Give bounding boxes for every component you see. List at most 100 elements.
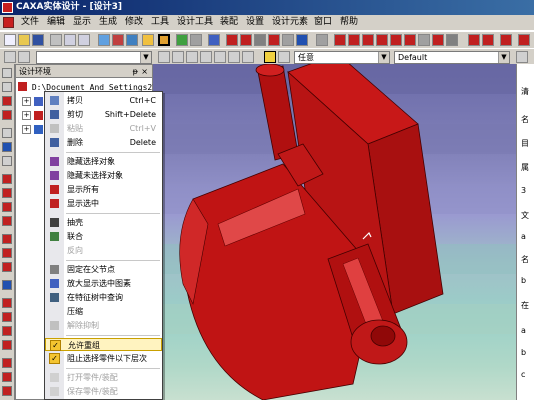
tool-17-icon[interactable]: [2, 312, 12, 322]
red-part7-icon[interactable]: [432, 34, 444, 46]
menu-item-suppress[interactable]: 压缩: [45, 305, 162, 318]
tool-19-icon[interactable]: [2, 340, 12, 350]
snap-icon[interactable]: [18, 51, 30, 63]
view-icon[interactable]: [296, 34, 308, 46]
tree-node-icon[interactable]: [34, 111, 43, 120]
filter-combo-left[interactable]: ▼: [36, 51, 152, 64]
tool-14-icon[interactable]: [2, 262, 12, 272]
red-part8-icon[interactable]: [468, 34, 480, 46]
red-part11-icon[interactable]: [518, 34, 530, 46]
menu-edit[interactable]: 编辑: [44, 15, 68, 30]
3d-viewport[interactable]: [153, 64, 516, 400]
menu-item-find-in-tree[interactable]: 在特征树中查询: [45, 291, 162, 304]
filter-icon[interactable]: [278, 51, 290, 63]
time-icon[interactable]: [242, 51, 254, 63]
paint-icon[interactable]: [142, 34, 154, 46]
rotate-icon[interactable]: [226, 34, 238, 46]
model-view[interactable]: [153, 64, 516, 400]
menu-item-show-selected[interactable]: 显示选中: [45, 197, 162, 210]
menu-item-open-part[interactable]: 打开零件/装配: [45, 371, 162, 384]
document-icon[interactable]: [3, 17, 14, 28]
fit-icon[interactable]: [282, 34, 294, 46]
tool-9-icon[interactable]: [2, 188, 12, 198]
pointer-icon[interactable]: [4, 51, 16, 63]
menu-item-paste[interactable]: 粘贴 Ctrl+V: [45, 122, 162, 135]
camera-icon[interactable]: [316, 34, 328, 46]
tool-15-icon[interactable]: [2, 280, 12, 290]
menu-item-fix-to-parent[interactable]: 固定在父节点: [45, 263, 162, 276]
redo-icon[interactable]: [78, 34, 90, 46]
tool-8-icon[interactable]: [2, 174, 12, 184]
menu-file[interactable]: 文件: [18, 15, 42, 30]
menu-settings[interactable]: 设置: [243, 15, 267, 30]
play-icon[interactable]: [172, 51, 184, 63]
red-part2-icon[interactable]: [348, 34, 360, 46]
tool-11-icon[interactable]: [2, 216, 12, 226]
print-icon[interactable]: [50, 34, 62, 46]
tool-3-icon[interactable]: [2, 96, 12, 106]
menu-view[interactable]: 显示: [70, 15, 94, 30]
menu-item-show-all[interactable]: 显示所有: [45, 183, 162, 196]
red-part9-icon[interactable]: [482, 34, 494, 46]
red-tool-icon[interactable]: [112, 34, 124, 46]
red-part4-icon[interactable]: [376, 34, 388, 46]
anim-icon[interactable]: [228, 51, 240, 63]
tool-16-icon[interactable]: [2, 298, 12, 308]
tool-21-icon[interactable]: [2, 372, 12, 382]
menu-item-copy[interactable]: 拷贝 Ctrl+C: [45, 94, 162, 107]
step-icon[interactable]: [200, 51, 212, 63]
grey-part-icon[interactable]: [418, 34, 430, 46]
tree-node-icon[interactable]: [34, 97, 43, 106]
red-part5-icon[interactable]: [390, 34, 402, 46]
menu-design-tools[interactable]: 设计工具: [174, 15, 216, 30]
menu-window[interactable]: 窗口: [311, 15, 335, 30]
close-icon[interactable]: ×: [141, 65, 148, 78]
select-icon[interactable]: [98, 34, 110, 46]
menu-item-union[interactable]: 联合: [45, 230, 162, 243]
save-icon[interactable]: [32, 34, 44, 46]
select-arrow-icon[interactable]: [264, 51, 276, 63]
tool-20-icon[interactable]: [2, 358, 12, 368]
tool-5-icon[interactable]: [2, 128, 12, 138]
tool-18-icon[interactable]: [2, 326, 12, 336]
menu-help[interactable]: 帮助: [337, 15, 361, 30]
tool-7-icon[interactable]: [2, 156, 12, 166]
expand-icon[interactable]: +: [22, 125, 31, 134]
menu-item-delete[interactable]: 删除 Delete: [45, 136, 162, 149]
menu-item-cut[interactable]: 剪切 Shift+Delete: [45, 108, 162, 121]
red-part3-icon[interactable]: [362, 34, 374, 46]
tool-13-icon[interactable]: [2, 248, 12, 258]
red-part10-icon[interactable]: [500, 34, 512, 46]
red-part-icon[interactable]: [334, 34, 346, 46]
menu-item-reverse[interactable]: 反向: [45, 244, 162, 257]
menu-item-block-selection-below-part[interactable]: ✓ 阻止选择零件以下层次: [45, 352, 162, 365]
tree-node-icon[interactable]: [34, 125, 43, 134]
play-back-icon[interactable]: [158, 51, 170, 63]
move-icon[interactable]: [240, 34, 252, 46]
menu-modify[interactable]: 修改: [122, 15, 146, 30]
stop-icon[interactable]: [186, 51, 198, 63]
open-icon[interactable]: [18, 34, 30, 46]
tool-6-icon[interactable]: [2, 142, 12, 152]
style-combo[interactable]: Default ▼: [394, 51, 510, 64]
tool-12-icon[interactable]: [2, 234, 12, 244]
pan-icon[interactable]: [268, 34, 280, 46]
menu-design-elements[interactable]: 设计元素: [269, 15, 311, 30]
tool-1-icon[interactable]: [2, 68, 12, 78]
menu-generate[interactable]: 生成: [96, 15, 120, 30]
blue-tool-icon[interactable]: [126, 34, 138, 46]
green-tool-icon[interactable]: [176, 34, 188, 46]
tool-icon[interactable]: [446, 34, 458, 46]
menu-item-hide-selected[interactable]: 隐藏选择对象: [45, 155, 162, 168]
tool-10-icon[interactable]: [2, 202, 12, 212]
tool-22-icon[interactable]: [2, 386, 12, 396]
menu-item-unsuppress[interactable]: 解除抑制: [45, 319, 162, 332]
undo-icon[interactable]: [64, 34, 76, 46]
expand-icon[interactable]: +: [22, 111, 31, 120]
tool-4-icon[interactable]: [2, 110, 12, 120]
new-icon[interactable]: [4, 34, 16, 46]
red-part6-icon[interactable]: [404, 34, 416, 46]
menu-item-save-part[interactable]: 保存零件/装配: [45, 385, 162, 398]
menu-assembly[interactable]: 装配: [217, 15, 241, 30]
menu-item-hide-unselected[interactable]: 隐藏未选择对象: [45, 169, 162, 182]
